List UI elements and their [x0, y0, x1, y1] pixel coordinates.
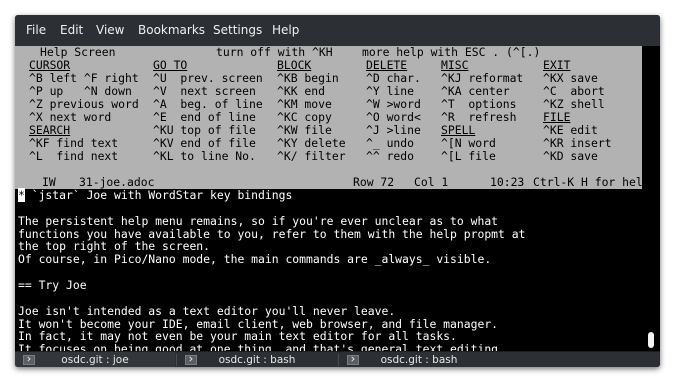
help-entry: ^KF find text — [29, 136, 119, 150]
tab-label: osdc.git : bash — [218, 354, 296, 366]
help-entry: ^V next screen — [153, 84, 256, 98]
help-entry: ^KC copy — [277, 110, 332, 124]
help-entry: ^KJ reformat — [441, 71, 524, 85]
text-line: Joe isn't intended as a text editor you'… — [18, 303, 396, 318]
help-entry: ^A beg. of line — [153, 97, 263, 111]
help-entry: ^KU top of file — [153, 123, 256, 137]
help-toggle-hint: turn off with ^KH — [216, 45, 333, 59]
help-heading-goto: GO TO — [153, 58, 188, 72]
tab-label: osdc.git : bash — [380, 354, 458, 366]
help-entry: ^U prev. screen — [153, 71, 263, 85]
help-entry: ^KL to line No. — [153, 149, 256, 163]
terminal-scrollbar[interactable] — [644, 46, 660, 351]
tab-label: osdc.git : joe — [61, 354, 129, 366]
help-entry: ^KM move — [277, 97, 332, 111]
help-heading-misc: MISC — [441, 58, 469, 72]
status-row: Row 72 — [353, 175, 395, 189]
help-entry: ^D char. — [366, 71, 421, 85]
help-title: Help Screen — [40, 45, 116, 59]
text-line: == Try Joe — [18, 277, 87, 292]
help-entry: ^_ undo — [366, 136, 415, 150]
editor-text-area[interactable]: * `jstar` Joe with WordStar key bindings… — [15, 188, 642, 356]
konsole-window: File Edit View Bookmarks Settings Help H… — [15, 15, 660, 367]
status-col: Col 1 — [414, 175, 449, 189]
help-entry: ^KE edit — [543, 123, 598, 137]
menubar: File Edit View Bookmarks Settings Help — [15, 15, 660, 46]
help-entry: ^KB begin — [277, 71, 339, 85]
help-entry: ^Y line — [366, 84, 415, 98]
menu-settings[interactable]: Settings — [213, 23, 262, 37]
help-entry: ^P up ^N down — [29, 84, 132, 98]
tab-osdc-bash-1[interactable]: osdc.git : bash — [177, 352, 337, 367]
menu-file[interactable]: File — [26, 23, 46, 37]
text-line-content: `jstar` Joe with WordStar key bindings — [24, 188, 293, 202]
help-entry: ^J >line — [366, 123, 421, 137]
status-time: 10:23 — [490, 175, 525, 189]
help-entry: ^X next word — [29, 110, 112, 124]
tab-osdc-bash-2[interactable]: osdc.git : bash — [339, 352, 499, 367]
help-heading-file: FILE — [543, 110, 571, 124]
help-entry: ^KZ shell — [543, 97, 605, 111]
text-line: Of course, in Pico/Nano mode, the main c… — [18, 252, 492, 267]
status-help-hint: Ctrl-K H for help — [533, 175, 650, 189]
help-entry: ^KD save — [543, 149, 598, 163]
help-entry: ^C abort — [543, 84, 605, 98]
help-entry: ^KY delete — [277, 136, 346, 150]
help-entry: ^R refresh — [441, 110, 517, 124]
scrollbar-thumb[interactable] — [648, 332, 654, 348]
help-entry: ^E end of line — [153, 110, 256, 124]
help-entry: ^O word< — [366, 110, 421, 124]
help-heading-block: BLOCK — [277, 58, 312, 72]
help-entry: ^^ redo — [366, 149, 415, 163]
help-heading-spell: SPELL — [441, 123, 476, 137]
text-cursor: * — [18, 188, 25, 202]
menu-bookmarks[interactable]: Bookmarks — [138, 23, 205, 37]
joe-help-screen: Help Screen turn off with ^KH more help … — [15, 46, 642, 176]
help-entry: ^Z previous word — [29, 97, 139, 111]
help-heading-cursor: CURSOR — [29, 58, 71, 72]
help-entry: ^[N word — [441, 136, 496, 150]
help-entry: ^KA center — [441, 84, 510, 98]
terminal-view[interactable]: Help Screen turn off with ^KH more help … — [15, 46, 660, 356]
help-entry: ^KV end of file — [153, 136, 256, 150]
tab-osdc-joe[interactable]: osdc.git : joe — [15, 352, 175, 367]
help-more-hint: more help with ESC . (^[.) — [362, 45, 541, 59]
help-entry: ^K/ filter — [277, 149, 346, 163]
help-heading-search: SEARCH — [29, 123, 71, 137]
help-entry: ^[L file — [441, 149, 496, 163]
help-entry: ^KX save — [543, 71, 598, 85]
help-heading-delete: DELETE — [366, 58, 408, 72]
help-row: ^L find next ^KL to line No. ^K/ filter … — [20, 150, 598, 163]
text-line: The persistent help menu remains, so if … — [18, 213, 499, 228]
help-entry: ^B left ^F right — [29, 71, 139, 85]
menu-edit[interactable]: Edit — [60, 23, 83, 37]
help-entry: ^L find next — [29, 149, 119, 163]
terminal-tab-bar: osdc.git : joe osdc.git : bash osdc.git … — [15, 351, 660, 367]
text-line: * `jstar` Joe with WordStar key bindings — [18, 188, 293, 202]
help-entry: ^W >word — [366, 97, 421, 111]
help-entry: ^KR insert — [543, 136, 612, 150]
help-entry: ^KK end — [277, 84, 326, 98]
help-entry: ^KW file — [277, 123, 332, 137]
menu-view[interactable]: View — [96, 23, 124, 37]
menu-help[interactable]: Help — [272, 23, 299, 37]
help-entry: ^T options — [441, 97, 517, 111]
help-heading-exit: EXIT — [543, 58, 571, 72]
